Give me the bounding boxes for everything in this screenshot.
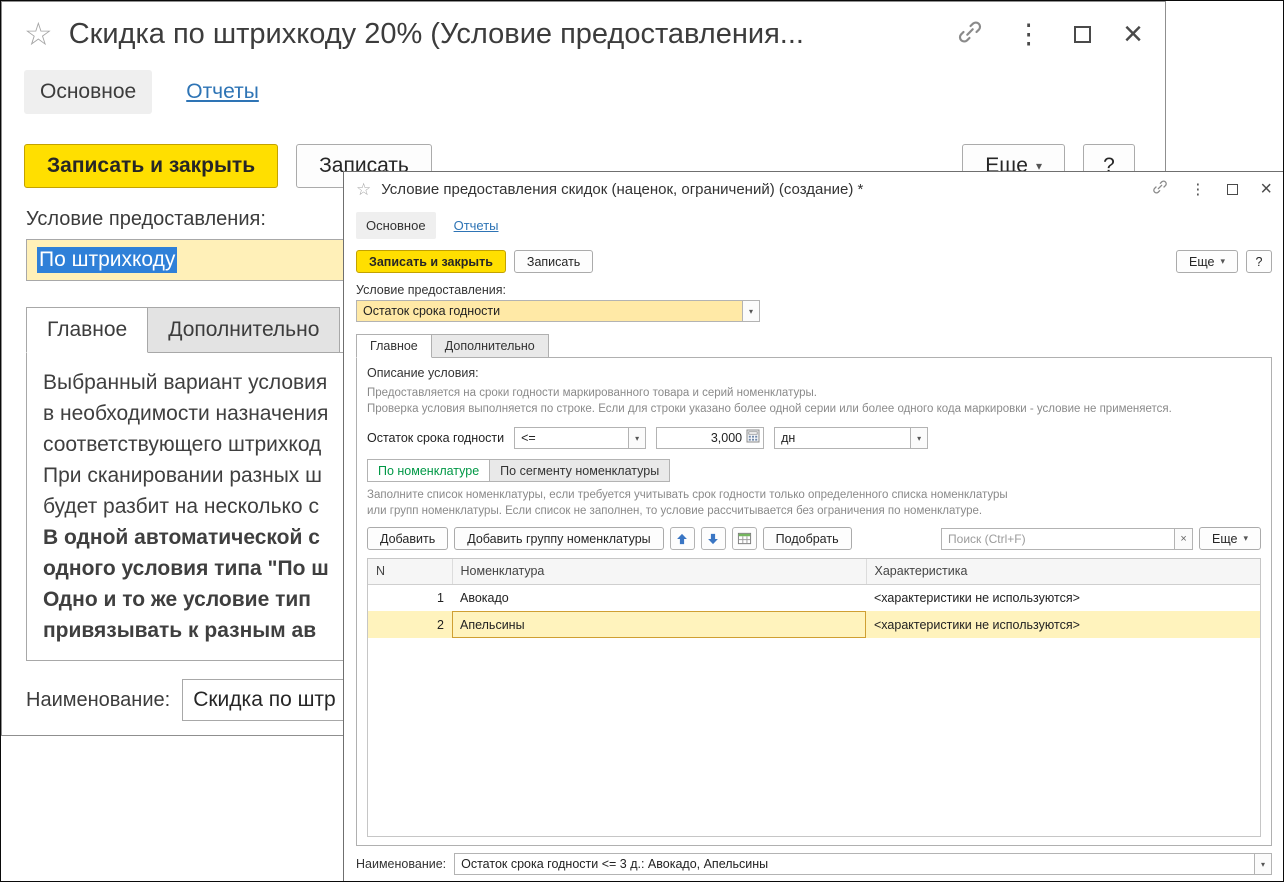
move-down-icon [708, 533, 719, 544]
days-number-field[interactable]: 3,000 [656, 427, 765, 449]
chevron-down-icon[interactable]: ▾ [629, 427, 647, 449]
title-bar-icons: ⋮ × [1152, 179, 1272, 200]
tab-dopolnitelno[interactable]: Дополнительно [431, 334, 549, 358]
save-and-close-button[interactable]: Записать и закрыть [24, 144, 279, 188]
move-up-icon [677, 533, 688, 544]
hint-line: Проверка условия выполняется по строке. … [367, 403, 1172, 415]
selected-text: По штрихкоду [37, 247, 178, 273]
tab-glavnoe[interactable]: Главное [26, 307, 149, 353]
table-header-row: N Номенклатура Характеристика [368, 559, 1260, 585]
toggle-by-nomenclature[interactable]: По номенклатуре [367, 459, 491, 482]
page-tabs: Главное Дополнительно [356, 334, 1283, 358]
list-toolbar: Добавить Добавить группу номенклатуры По… [367, 527, 1261, 550]
name-label: Наименование: [356, 857, 447, 871]
nomenclature-table-area[interactable]: N Номенклатура Характеристика 1 Авокадо … [367, 558, 1261, 837]
cell-nomenclature-focused[interactable]: Апельсины [452, 611, 866, 638]
kebab-menu-icon[interactable]: ⋮ [1015, 20, 1042, 48]
calculator-icon[interactable] [746, 429, 760, 448]
name-combobox: Остаток срока годности <= 3 д.: Авокадо,… [454, 853, 1272, 875]
pick-button[interactable]: Подобрать [762, 527, 852, 550]
table-row-selected[interactable]: 2 Апельсины <характеристики не использую… [368, 611, 1260, 638]
description-label: Описание условия: [367, 366, 479, 380]
fill-hint: Заполните список номенклатуры, если треб… [367, 487, 1261, 519]
tab-reports[interactable]: Отчеты [186, 80, 259, 104]
move-up-button[interactable] [669, 527, 695, 550]
condition-label: Условие предоставления: [356, 283, 506, 297]
list-settings-button[interactable] [731, 527, 757, 550]
save-and-close-button[interactable]: Записать и закрыть [356, 250, 506, 273]
command-bar: Записать и закрыть Записать Еще ▾ ? [344, 250, 1283, 273]
foreground-window-condition: ☆ Условие предоставления скидок (наценок… [343, 171, 1283, 881]
search-box: × [941, 527, 1194, 550]
days-value: 3,000 [710, 431, 743, 445]
kebab-menu-icon[interactable]: ⋮ [1190, 182, 1205, 197]
more-button[interactable]: Еще ▾ [1176, 250, 1238, 273]
list-more-button[interactable]: Еще ▾ [1199, 527, 1261, 550]
operator-combobox: <= ▾ [514, 427, 647, 449]
add-group-button[interactable]: Добавить группу номенклатуры [454, 527, 664, 550]
tab-main[interactable]: Основное [24, 70, 153, 114]
name-label: Наименование: [26, 688, 171, 711]
title-bar-icons: ⋮ × [957, 17, 1143, 51]
column-header-n[interactable]: N [368, 559, 453, 585]
unit-combobox: дн ▾ [774, 427, 929, 449]
favorite-star-icon[interactable]: ☆ [356, 181, 371, 198]
cell-characteristic[interactable]: <характеристики не используются> [866, 584, 1260, 611]
cell-n[interactable]: 1 [368, 584, 452, 611]
maximize-icon[interactable] [1227, 183, 1239, 195]
screen: ☆ Скидка по штрихкоду 20% (Условие предо… [0, 0, 1284, 882]
section-tabs: Основное Отчеты [2, 66, 1165, 118]
list-settings-icon [737, 532, 751, 545]
name-row: Наименование: Остаток срока годности <= … [344, 846, 1283, 881]
title-bar: ☆ Условие предоставления скидок (наценок… [344, 172, 1283, 206]
maximize-icon[interactable] [1074, 25, 1092, 43]
chevron-down-icon[interactable]: ▾ [911, 427, 929, 449]
operator-value[interactable]: <= [514, 427, 630, 449]
description-hint: Предоставляется на сроки годности маркир… [367, 385, 1261, 417]
column-header-characteristic[interactable]: Характеристика [866, 559, 1260, 585]
cell-characteristic[interactable]: <характеристики не используются> [866, 611, 1260, 638]
clear-search-icon[interactable]: × [1175, 527, 1194, 550]
window-title: Условие предоставления скидок (наценок, … [381, 180, 864, 198]
hint-line: Заполните список номенклатуры, если треб… [367, 489, 1008, 501]
chevron-down-icon: ▾ [1220, 256, 1225, 266]
chevron-down-icon: ▾ [1243, 533, 1248, 543]
window-title: Скидка по штрихкоду 20% (Условие предост… [68, 17, 804, 50]
save-button[interactable]: Записать [513, 250, 594, 273]
tab-glavnoe[interactable]: Главное [356, 334, 432, 358]
chevron-down-icon[interactable]: ▾ [1255, 853, 1272, 875]
hint-line: Предоставляется на сроки годности маркир… [367, 387, 817, 399]
close-icon[interactable]: × [1260, 179, 1272, 199]
filter-mode-toggle: По номенклатуре По сегменту номенклатуры [367, 459, 1261, 482]
expiry-label: Остаток срока годности [367, 431, 505, 445]
search-input[interactable] [941, 527, 1176, 550]
expiry-condition-row: Остаток срока годности <= ▾ 3,000 дн ▾ [367, 427, 1261, 449]
column-header-nomenclature[interactable]: Номенклатура [452, 559, 867, 585]
table-row[interactable]: 1 Авокадо <характеристики не используютс… [368, 584, 1260, 611]
close-icon[interactable]: × [1123, 17, 1143, 51]
title-bar: ☆ Скидка по штрихкоду 20% (Условие предо… [2, 2, 1165, 66]
unit-value[interactable]: дн [774, 427, 912, 449]
link-icon[interactable] [1152, 179, 1168, 200]
favorite-star-icon[interactable]: ☆ [24, 18, 53, 50]
toggle-by-segment[interactable]: По сегменту номенклатуры [490, 459, 671, 482]
main-panel: Описание условия: Предоставляется на сро… [356, 357, 1272, 846]
tab-main[interactable]: Основное [356, 211, 436, 239]
nomenclature-table: N Номенклатура Характеристика 1 Авокадо … [368, 559, 1260, 638]
section-tabs: Основное Отчеты [344, 206, 1283, 244]
link-icon[interactable] [957, 19, 983, 50]
move-down-button[interactable] [700, 527, 726, 550]
hint-line: или групп номенклатуры. Если список не з… [367, 505, 983, 517]
help-button[interactable]: ? [1246, 250, 1272, 273]
tab-dopolnitelno[interactable]: Дополнительно [148, 307, 341, 353]
add-button[interactable]: Добавить [367, 527, 449, 550]
tab-reports[interactable]: Отчеты [454, 218, 499, 233]
name-value[interactable]: Остаток срока годности <= 3 д.: Авокадо,… [454, 853, 1255, 875]
cell-n[interactable]: 2 [368, 611, 452, 638]
cell-nomenclature[interactable]: Авокадо [452, 584, 866, 611]
